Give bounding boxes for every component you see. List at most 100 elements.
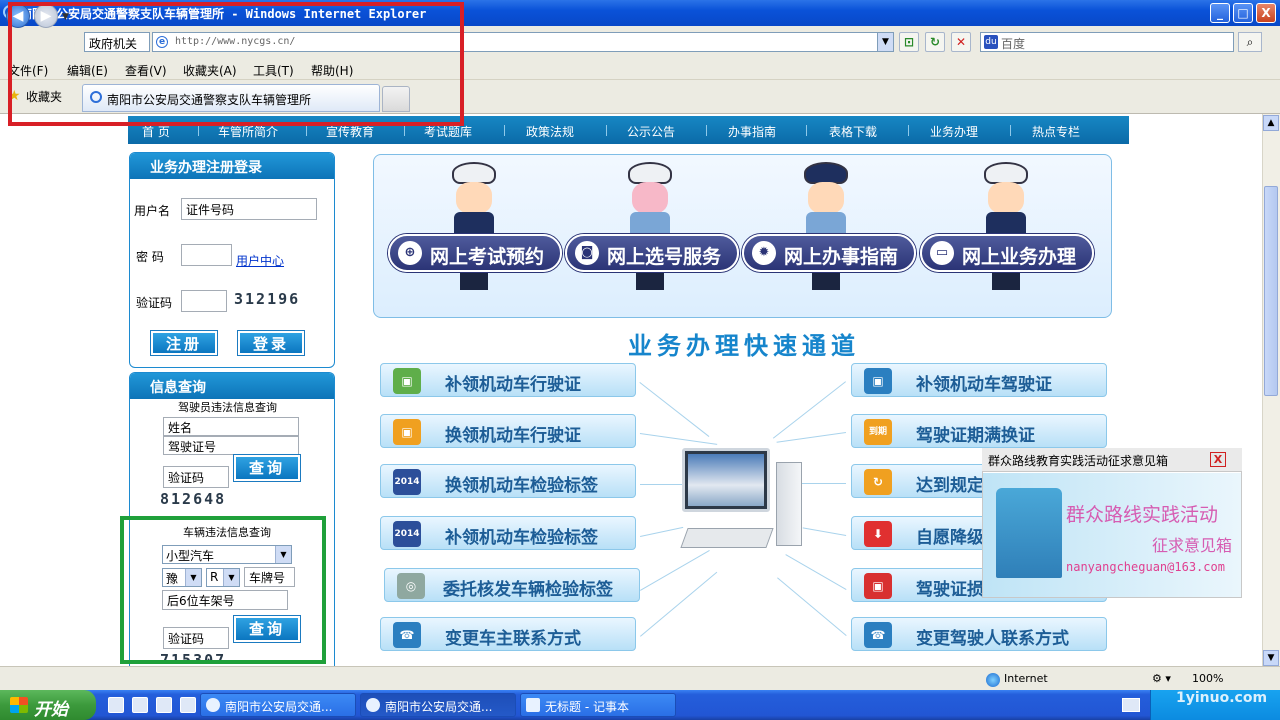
nav-divider: [404, 125, 405, 136]
police-cartoon: [972, 162, 1042, 302]
quick-left-5[interactable]: ◎ 委托核发车辆检验标签: [384, 568, 640, 602]
baidu-logo-icon: du: [984, 35, 998, 49]
online-guide-label: 网上办事指南: [784, 246, 899, 268]
downgrade-arrow-icon: ⬇: [864, 521, 892, 547]
ie-quicklaunch-icon[interactable]: [156, 697, 172, 713]
ie-icon: [366, 698, 380, 712]
quick-right-label-2: 驾驶证期满换证: [916, 426, 1035, 446]
license-card-icon: ▣: [393, 368, 421, 394]
quick-left-1[interactable]: ▣ 补领机动车行驶证: [380, 363, 636, 397]
online-business-button[interactable]: ▭ 网上业务办理: [920, 234, 1094, 272]
taskbar-item-3[interactable]: 无标题 - 记事本: [520, 693, 676, 717]
phone-icon: ☎: [864, 622, 892, 648]
nav-policies[interactable]: 政策法规: [526, 123, 574, 140]
keyboard-indicator-icon[interactable]: [1122, 698, 1140, 712]
quick-left-label-5: 委托核发车辆检验标签: [443, 580, 613, 600]
zoom-level[interactable]: 100%: [1192, 672, 1223, 685]
annotation-box-green: [120, 516, 326, 664]
driver-query-button[interactable]: 查询: [233, 454, 301, 482]
search-input[interactable]: 百度: [980, 32, 1234, 52]
refresh-icon[interactable]: ↻: [925, 32, 945, 52]
captcha-image: 312196: [234, 290, 301, 308]
close-button[interactable]: X: [1256, 3, 1276, 23]
nav-divider: [504, 125, 505, 136]
quick-right-6[interactable]: ☎ 变更驾驶人联系方式: [851, 617, 1107, 651]
app-icon: [206, 698, 220, 712]
login-button[interactable]: 登录: [237, 330, 305, 356]
quick-channel-title: 业务办理快速通道: [628, 332, 860, 360]
windows-logo-icon: [10, 697, 28, 713]
scroll-down-icon[interactable]: ▼: [1263, 650, 1279, 666]
taskbar-item-2[interactable]: 南阳市公安局交通...: [360, 693, 516, 717]
cap-shape: [804, 162, 848, 184]
quicklaunch-icon[interactable]: [132, 697, 148, 713]
face-shape: [808, 182, 844, 214]
nav-divider: [606, 125, 607, 136]
nav-hot-topics[interactable]: 热点专栏: [1032, 123, 1080, 140]
quick-right-label-6: 变更驾驶人联系方式: [916, 629, 1069, 649]
captcha-label: 验证码: [136, 296, 173, 310]
quick-left-4[interactable]: 2014 补领机动车检验标签: [380, 516, 636, 550]
username-input[interactable]: 证件号码: [181, 198, 317, 220]
notepad-icon: [526, 698, 540, 712]
login-panel-title: 业务办理注册登录: [130, 153, 334, 179]
driver-query-title: 驾驶员违法信息查询: [178, 401, 277, 414]
license-input[interactable]: 驾驶证号: [163, 436, 299, 455]
exchange-card-icon: ▣: [393, 419, 421, 445]
face-shape: [632, 182, 668, 214]
computer-tower: [776, 462, 802, 546]
nav-divider: [706, 125, 707, 136]
quick-right-label-4: 自愿降级: [916, 528, 984, 548]
nav-notices[interactable]: 公示公告: [627, 123, 675, 140]
quick-left-label-6: 变更车主联系方式: [445, 629, 581, 649]
compat-view-icon[interactable]: ⊡: [899, 32, 919, 52]
exam-booking-button[interactable]: ⊕ 网上考试预约: [388, 234, 562, 272]
protected-mode-icon[interactable]: ⚙ ▾: [1152, 672, 1171, 685]
age-limit-icon: ↻: [864, 469, 892, 495]
register-button[interactable]: 注册: [150, 330, 218, 356]
captcha-input[interactable]: [181, 290, 227, 312]
exam-booking-label: 网上考试预约: [430, 246, 545, 268]
query-panel-title: 信息查询: [130, 373, 334, 399]
face-shape: [456, 182, 492, 214]
address-dropdown-icon[interactable]: ▼: [877, 33, 893, 51]
name-input[interactable]: 姓名: [163, 417, 299, 436]
scroll-up-icon[interactable]: ▲: [1263, 115, 1279, 131]
nav-forms[interactable]: 表格下载: [829, 123, 877, 140]
user-center-link[interactable]: 用户中心: [236, 252, 284, 269]
minimize-button[interactable]: _: [1210, 3, 1230, 23]
maximize-button[interactable]: □: [1233, 3, 1253, 23]
quick-right-2[interactable]: 到期 驾驶证期满换证: [851, 414, 1107, 448]
cap-shape: [452, 162, 496, 184]
quick-left-2[interactable]: ▣ 换领机动车行驶证: [380, 414, 636, 448]
cap-shape: [628, 162, 672, 184]
taskbar-item-1[interactable]: 南阳市公安局交通...: [200, 693, 356, 717]
nav-business[interactable]: 业务办理: [930, 123, 978, 140]
nav-guide[interactable]: 办事指南: [728, 123, 776, 140]
quick-left-3[interactable]: 2014 换领机动车检验标签: [380, 464, 636, 498]
entrust-icon: ◎: [397, 573, 425, 599]
mailbox-icon: [996, 488, 1062, 578]
media-quicklaunch-icon[interactable]: [180, 697, 196, 713]
status-bar: [0, 666, 1280, 690]
driver-license-icon: ▣: [864, 368, 892, 394]
password-input[interactable]: [181, 244, 232, 266]
quick-left-label-3: 换领机动车检验标签: [445, 476, 598, 496]
search-icon[interactable]: ⌕: [1238, 32, 1262, 52]
taskbar-item-label: 南阳市公安局交通...: [225, 700, 333, 714]
compass-icon: ⊕: [398, 241, 422, 265]
show-desktop-icon[interactable]: [108, 697, 124, 713]
quick-right-label-1: 补领机动车驾驶证: [916, 375, 1052, 395]
quick-right-1[interactable]: ▣ 补领机动车驾驶证: [851, 363, 1107, 397]
online-guide-button[interactable]: ✹ 网上办事指南: [742, 234, 916, 272]
driver-captcha-input[interactable]: 验证码: [163, 466, 229, 488]
online-business-label: 网上业务办理: [962, 246, 1077, 268]
scrollbar-thumb[interactable]: [1264, 186, 1278, 396]
quick-left-6[interactable]: ☎ 变更车主联系方式: [380, 617, 636, 651]
gear-icon: ✹: [752, 241, 776, 265]
plate-selection-button[interactable]: ◙ 网上选号服务: [565, 234, 739, 272]
stop-icon[interactable]: ✕: [951, 32, 971, 52]
annotation-box-red: [8, 2, 464, 126]
quick-right-label-5: 驾驶证损: [916, 580, 984, 600]
popup-close-icon[interactable]: X: [1210, 452, 1226, 467]
